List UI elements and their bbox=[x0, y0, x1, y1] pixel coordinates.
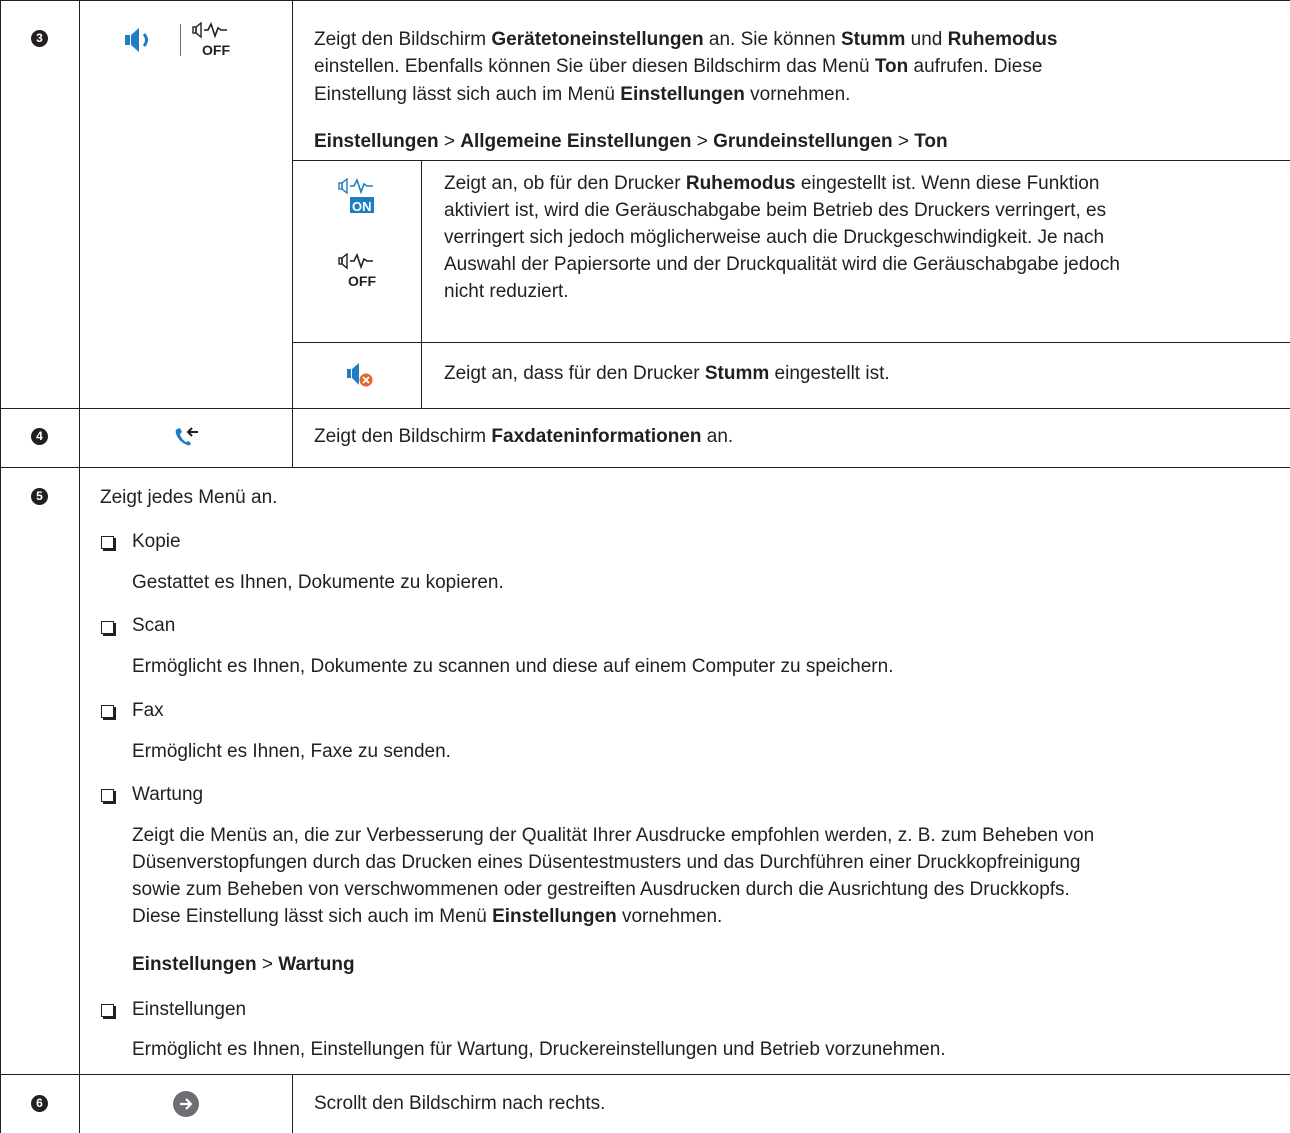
menu-item-einstellungen: Einstellungen bbox=[132, 999, 247, 1020]
quiet-desc-line4: Auswahl der Papiersorte und der Druckqua… bbox=[444, 254, 1120, 275]
menu-item-wartung-desc-1: Zeigt die Menüs an, die zur Verbesserung… bbox=[132, 825, 1095, 846]
col-divider bbox=[292, 0, 293, 467]
checkbox-bullet bbox=[101, 789, 114, 802]
row3-desc-line1: Zeigt den Bildschirm Gerätetoneinstellun… bbox=[314, 29, 1058, 50]
sub-table-top bbox=[292, 160, 1290, 161]
checkbox-bullet bbox=[101, 1004, 114, 1017]
row5-intro: Zeigt jedes Menü an. bbox=[100, 487, 278, 508]
arrow-right-icon bbox=[173, 1091, 199, 1117]
menu-item-einstellungen-desc: Ermöglicht es Ihnen, Einstellungen für W… bbox=[132, 1039, 946, 1060]
quiet-mode-off-icon: OFF bbox=[338, 253, 376, 289]
quiet-mode-off-icon: OFF bbox=[192, 22, 230, 58]
icon-separator bbox=[180, 24, 181, 56]
menu-item-kopie-desc: Gestattet es Ihnen, Dokumente zu kopiere… bbox=[132, 572, 504, 593]
quiet-desc-line3: verringert sich jedoch möglicherweise au… bbox=[444, 227, 1105, 248]
menu-item-wartung-desc-4: Diese Einstellung lässt sich auch im Men… bbox=[132, 906, 723, 927]
menu-item-wartung: Wartung bbox=[132, 784, 204, 805]
quiet-mode-on-icon: ON bbox=[338, 178, 374, 214]
icon-off-label: OFF bbox=[348, 273, 376, 289]
wartung-menu-path: Einstellungen > Wartung bbox=[132, 954, 355, 975]
row6-desc: Scrollt den Bildschirm nach rechts. bbox=[314, 1093, 606, 1114]
checkbox-bullet bbox=[101, 705, 114, 718]
icon-off-label: OFF bbox=[202, 42, 230, 58]
menu-item-scan-desc: Ermöglicht es Ihnen, Dokumente zu scanne… bbox=[132, 656, 894, 677]
row-number-6: 6 bbox=[31, 1095, 48, 1112]
row3-desc-line3: Einstellung lässt sich auch im Menü Eins… bbox=[314, 84, 851, 105]
checkbox-bullet bbox=[101, 536, 114, 549]
menu-item-scan: Scan bbox=[132, 615, 176, 636]
row-number-4: 4 bbox=[31, 428, 48, 445]
menu-item-fax: Fax bbox=[132, 700, 164, 721]
menu-item-wartung-desc-3: sowie zum Beheben von verschwommenen ode… bbox=[132, 879, 1070, 900]
menu-item-wartung-desc-2: Düsenverstopfungen durch das Drucken ein… bbox=[132, 852, 1081, 873]
col-divider bbox=[292, 1074, 293, 1133]
speaker-icon bbox=[125, 28, 148, 52]
quiet-desc-line5: nicht reduziert. bbox=[444, 281, 569, 302]
menu-path: Einstellungen > Allgemeine Einstellungen… bbox=[314, 131, 948, 152]
row4-desc: Zeigt den Bildschirm Faxdateninformation… bbox=[314, 426, 734, 447]
menu-item-fax-desc: Ermöglicht es Ihnen, Faxe zu senden. bbox=[132, 741, 451, 762]
icon-on-label: ON bbox=[352, 199, 372, 214]
sub-table-divider bbox=[292, 342, 1290, 343]
menu-item-kopie: Kopie bbox=[132, 531, 181, 552]
sub-col-divider bbox=[421, 160, 422, 408]
fax-data-icon bbox=[175, 427, 198, 446]
checkbox-bullet bbox=[101, 621, 114, 634]
row-number-3: 3 bbox=[31, 30, 48, 47]
table-border-left bbox=[0, 0, 1, 1133]
mute-desc: Zeigt an, dass für den Drucker Stumm ein… bbox=[444, 363, 890, 384]
mute-icon bbox=[347, 363, 373, 387]
quiet-desc-line2: aktiviert ist, wird die Geräuschabgabe b… bbox=[444, 200, 1107, 221]
row-divider bbox=[0, 408, 1290, 409]
quiet-desc-line1: Zeigt an, ob für den Drucker Ruhemodus e… bbox=[444, 173, 1100, 194]
row-divider bbox=[0, 467, 1290, 468]
row-number-5: 5 bbox=[31, 488, 48, 505]
col-divider bbox=[79, 0, 80, 1133]
row3-desc-line2: einstellen. Ebenfalls können Sie über di… bbox=[314, 56, 1043, 77]
row-divider bbox=[0, 1074, 1290, 1075]
table-border-top bbox=[0, 0, 1290, 1]
